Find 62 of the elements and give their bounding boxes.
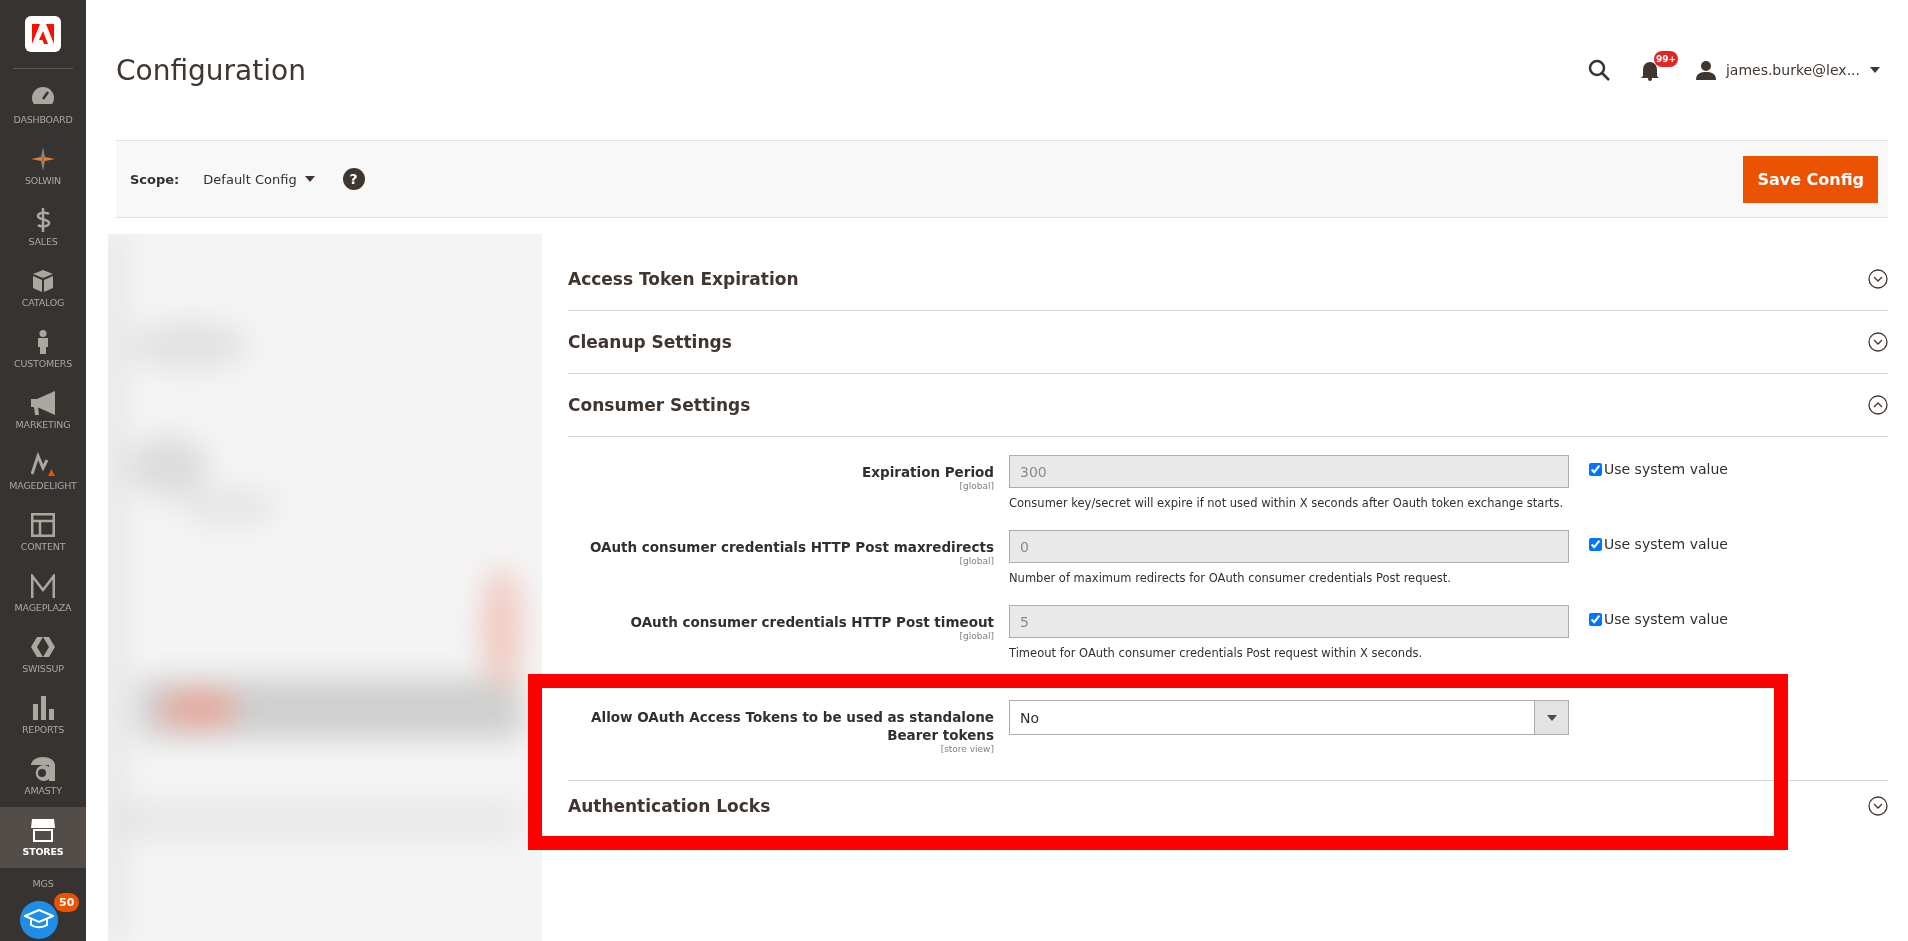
caret-icon <box>1870 67 1880 73</box>
count-badge: 50 <box>54 893 80 912</box>
scope-note: [global] <box>959 481 994 491</box>
scope-note: [global] <box>959 631 994 641</box>
logo-icon[interactable] <box>25 16 61 52</box>
page-title: Configuration <box>116 53 306 87</box>
field-label: Allow OAuth Access Tokens to be used as standalone Bearer tokens <box>590 708 994 744</box>
bar-chart-icon <box>31 696 55 720</box>
section-header[interactable]: Consumer Settings <box>568 374 1888 437</box>
caret-icon <box>304 176 315 182</box>
select-field[interactable]: No <box>1009 700 1569 735</box>
help-button[interactable]: ? <box>342 168 365 190</box>
nav-item[interactable]: DASHBOARD <box>0 75 86 136</box>
section-header[interactable]: Cleanup Settings <box>568 311 1888 374</box>
m-letter-icon <box>31 574 55 598</box>
graduation-cap-icon <box>24 909 54 931</box>
nav-item[interactable]: MGS <box>0 872 86 894</box>
nav-item[interactable]: CONTENT <box>0 502 86 563</box>
scope-note: [store view] <box>940 744 994 754</box>
field-note: Timeout for OAuth consumer credentials Post request within X seconds. <box>1009 646 1424 660</box>
star-icon <box>31 147 55 171</box>
scope-label: Scope: <box>130 171 180 187</box>
layout-icon <box>31 513 55 537</box>
user-name: james.burke@lex... <box>1725 62 1860 78</box>
nav-item[interactable]: CATALOG <box>0 258 86 319</box>
nav-item[interactable]: MARKETING <box>0 380 86 441</box>
gauge-icon <box>31 86 55 110</box>
chevron-down-icon <box>1868 796 1888 816</box>
nav-item[interactable]: STORES <box>0 807 86 868</box>
nav-item[interactable]: SALES <box>0 197 86 258</box>
field-note: Consumer key/secret will expire if not used within X seconds after Oauth token exchange starts. <box>1009 496 1565 510</box>
nav-item[interactable]: AMASTY <box>0 746 86 807</box>
section-header[interactable]: Authentication Locks <box>568 781 1888 831</box>
box-icon <box>31 269 55 293</box>
hexagons-icon <box>31 635 55 659</box>
chevron-up-icon <box>1868 395 1888 415</box>
nav-item[interactable]: SOLWIN <box>0 136 86 197</box>
shop-icon <box>31 818 55 842</box>
field-label: OAuth consumer credentials HTTP Post maxredirects <box>589 538 994 556</box>
nav-item[interactable]: MAGEDELIGHT <box>0 441 86 502</box>
nav-item[interactable]: MAGEPLAZA <box>0 563 86 624</box>
field-label: OAuth consumer credentials HTTP Post timeout <box>630 613 994 631</box>
section-header[interactable]: Access Token Expiration <box>568 248 1888 311</box>
nav-item[interactable]: CUSTOMERS <box>0 319 86 380</box>
user-menu[interactable]: james.burke@lex... <box>1695 60 1880 80</box>
caret-icon <box>1546 714 1557 721</box>
zigzag-icon <box>31 452 55 476</box>
notification-badge: 99+ <box>1653 51 1678 67</box>
a-letter-icon <box>31 757 55 781</box>
chevron-down-icon <box>1868 269 1888 289</box>
nav-item[interactable]: REPORTS <box>0 685 86 746</box>
user-icon <box>1695 60 1716 80</box>
scope-dropdown[interactable]: Default Config <box>203 171 315 187</box>
field-label: Expiration Period <box>862 463 994 481</box>
save-config-button[interactable]: Save Config <box>1743 155 1878 203</box>
megaphone-icon <box>31 391 55 415</box>
scope-note: [global] <box>959 556 994 566</box>
chevron-down-icon <box>1868 332 1888 352</box>
field-note: Number of maximum redirects for OAuth consumer credentials Post request. <box>1009 571 1452 585</box>
help-button[interactable] <box>20 901 58 939</box>
nav-item[interactable]: SWISSUP <box>0 624 86 685</box>
search-icon[interactable] <box>1587 59 1610 81</box>
